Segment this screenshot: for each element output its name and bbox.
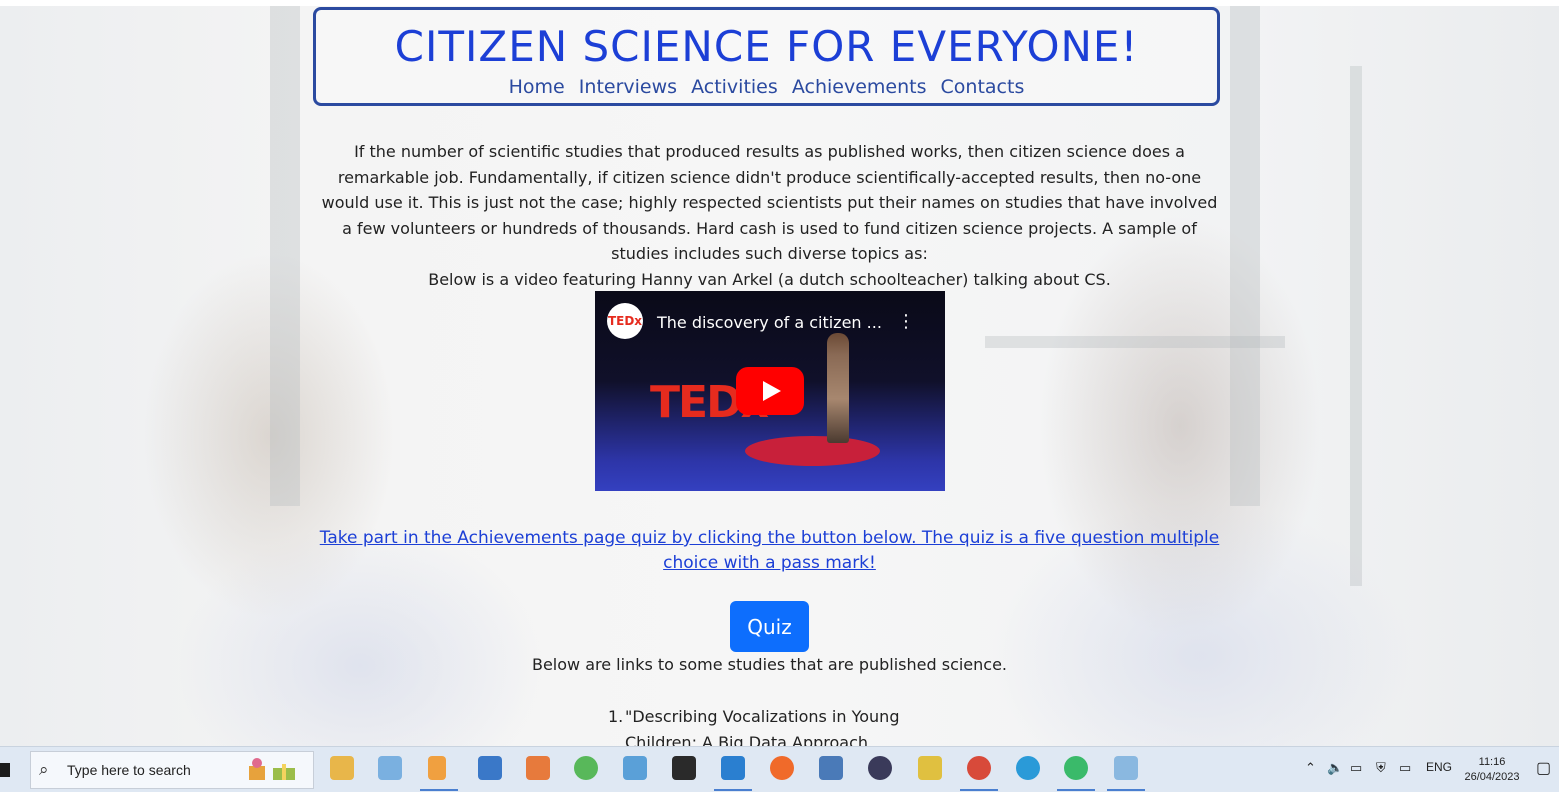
python-icon[interactable]	[918, 756, 942, 780]
windows-start-icon[interactable]	[0, 763, 10, 777]
stage-carpet	[745, 436, 880, 466]
paint-icon[interactable]	[378, 756, 402, 780]
nav-contacts-link[interactable]: Contacts	[941, 76, 1025, 98]
network-app-icon[interactable]	[478, 756, 502, 780]
intro-paragraph: If the number of scientific studies that…	[321, 142, 1218, 263]
image-viewer-icon[interactable]	[623, 756, 647, 780]
search-placeholder: Type here to search	[67, 762, 191, 778]
bookmark-app-icon[interactable]	[428, 756, 446, 780]
gift-icon[interactable]	[243, 756, 305, 784]
color-picker-icon[interactable]	[574, 756, 598, 780]
video-caption: Below is a video featuring Hanny van Ark…	[428, 269, 1111, 289]
channel-logo[interactable]: TEDx	[607, 303, 643, 339]
search-icon: ⌕	[39, 760, 49, 779]
volume-icon[interactable]: 🔈	[1327, 760, 1343, 776]
list-item-number: 1.	[608, 707, 624, 726]
site-header: CITIZEN SCIENCE FOR EVERYONE! Home Inter…	[313, 7, 1220, 106]
site-title: CITIZEN SCIENCE FOR EVERYONE!	[394, 22, 1139, 71]
language-indicator[interactable]: ENG	[1426, 760, 1452, 774]
clock-time: 11:16	[1478, 756, 1506, 768]
vscode-icon[interactable]	[721, 756, 745, 780]
browser-app-icon[interactable]	[1064, 756, 1088, 780]
notes-app-icon[interactable]	[1114, 756, 1138, 780]
video-title[interactable]: The discovery of a citizen ...	[657, 313, 882, 332]
notification-icon[interactable]: ▢	[1536, 758, 1551, 778]
play-icon[interactable]	[736, 367, 804, 415]
clock[interactable]: 11:16 26/04/2023	[1462, 755, 1522, 785]
chevron-up-icon[interactable]: ⌃	[1305, 760, 1316, 776]
nav-activities-link[interactable]: Activities	[691, 76, 778, 98]
nav-interviews-link[interactable]: Interviews	[579, 76, 677, 98]
taskbar-search[interactable]: ⌕ Type here to search	[30, 751, 314, 789]
nav-achievements-link[interactable]: Achievements	[792, 76, 927, 98]
quiz-info-link[interactable]: Take part in the Achievements page quiz …	[313, 526, 1226, 576]
quiz-button[interactable]: Quiz	[730, 601, 809, 652]
embedded-video[interactable]: TEDx The discovery of a citizen ... ⋮ TE…	[595, 291, 945, 491]
chrome-icon[interactable]	[967, 756, 991, 780]
terminal-icon[interactable]	[672, 756, 696, 780]
firefox-icon[interactable]	[770, 756, 794, 780]
taskbar: ⌕ Type here to search ⌃ 🔈 ▭ ⛨ ▭ ENG 11:1…	[0, 746, 1559, 792]
battery-icon[interactable]: ▭	[1399, 760, 1411, 776]
nav-home-link[interactable]: Home	[509, 76, 565, 98]
security-shield-icon[interactable]: ⛨	[1376, 760, 1386, 776]
intro-text: If the number of scientific studies that…	[318, 139, 1221, 292]
media-player-icon[interactable]	[526, 756, 550, 780]
virtualbox-icon[interactable]	[819, 756, 843, 780]
studies-intro: Below are links to some studies that are…	[531, 655, 1008, 674]
vpn-lock-icon[interactable]	[868, 756, 892, 780]
main-nav: Home Interviews Activities Achievements …	[316, 76, 1217, 98]
clock-date: 26/04/2023	[1464, 771, 1520, 783]
display-icon[interactable]: ▭	[1350, 760, 1362, 776]
edge-icon[interactable]	[1016, 756, 1040, 780]
speaker-figure	[827, 333, 849, 443]
more-vertical-icon[interactable]: ⋮	[897, 311, 915, 332]
file-explorer-icon[interactable]	[330, 756, 354, 780]
